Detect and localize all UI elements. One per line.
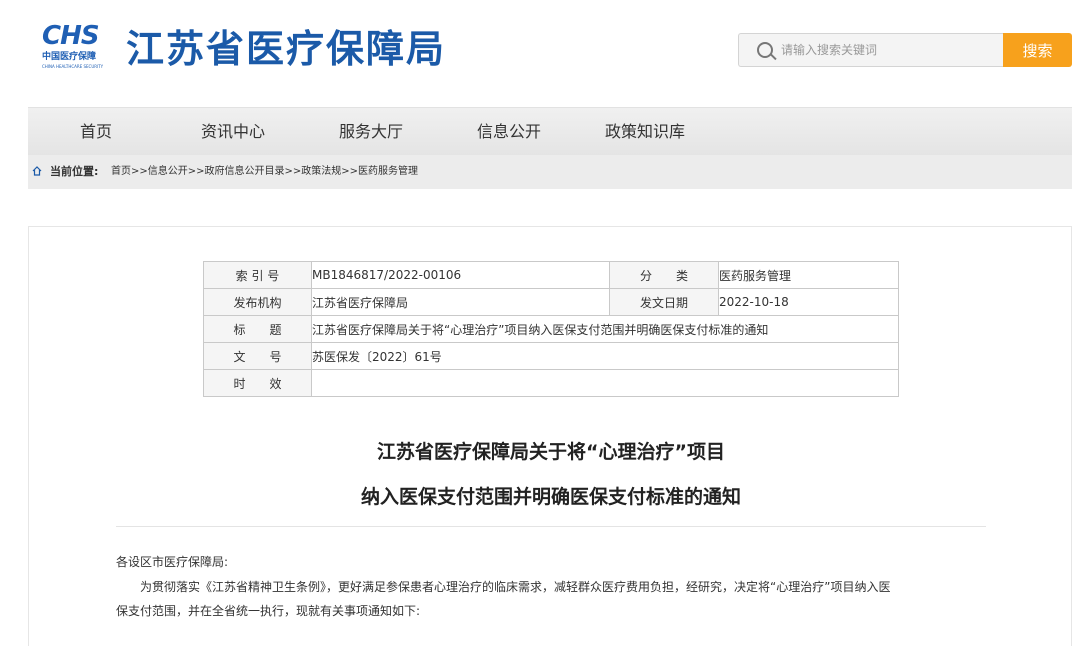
nav-item-service-hall[interactable]: 服务大厅 — [339, 108, 403, 156]
body-paragraph-1-line-1: 为贯彻落实《江苏省精神卫生条例》，更好满足参保患者心理治疗的临床需求，减轻群众医… — [116, 580, 891, 594]
logo-abbr: CHS — [42, 21, 100, 51]
issue-date-value: 2022-10-18 — [718, 288, 899, 316]
title-label: 标 题 — [203, 315, 312, 343]
logo-chinese-name: 中国医疗保障 — [42, 52, 97, 62]
issuer-label: 发布机构 — [203, 288, 312, 316]
document-meta-table: 索 引 号 MB1846817/2022-00106 分 类 医药服务管理 发布… — [203, 261, 899, 397]
search-input[interactable] — [781, 40, 991, 60]
breadcrumb: 当前位置: 首页>>信息公开>>政府信息公开目录>>政策法规>>医药服务管理 — [28, 155, 1072, 189]
search-box — [738, 33, 1004, 67]
salutation: 各设区市医疗保障局: — [116, 555, 229, 569]
validity-value — [311, 369, 899, 397]
validity-label: 时 效 — [203, 369, 312, 397]
category-value: 医药服务管理 — [718, 261, 899, 289]
nav-item-home[interactable]: 首页 — [80, 108, 112, 156]
home-icon — [32, 166, 42, 176]
issuer-value: 江苏省医疗保障局 — [311, 288, 610, 316]
site-title[interactable]: 江苏省医疗保障局 — [126, 24, 446, 74]
title-divider — [116, 526, 986, 527]
nav-item-policy-library[interactable]: 政策知识库 — [605, 108, 685, 156]
main-nav: 首页 资讯中心 服务大厅 信息公开 政策知识库 — [28, 107, 1072, 156]
nav-item-news-center[interactable]: 资讯中心 — [201, 108, 265, 156]
logo-english-name: CHINA HEALTHCARE SECURITY — [42, 64, 104, 69]
document-title-line-1: 江苏省医疗保障局关于将“心理治疗”项目 — [377, 441, 725, 463]
nav-item-info-disclosure[interactable]: 信息公开 — [477, 108, 541, 156]
breadcrumb-path[interactable]: 首页>>信息公开>>政府信息公开目录>>政策法规>>医药服务管理 — [111, 155, 418, 189]
search-icon — [757, 42, 773, 58]
document-title-line-2: 纳入医保支付范围并明确医保支付标准的通知 — [360, 486, 741, 508]
breadcrumb-label: 当前位置: — [50, 165, 99, 178]
document-number-label: 文 号 — [203, 342, 312, 370]
site-logo[interactable]: CHS 中国医疗保障 CHINA HEALTHCARE SECURITY — [42, 22, 114, 74]
issue-date-label: 发文日期 — [609, 288, 719, 316]
search-button[interactable]: 搜索 — [1003, 33, 1072, 67]
document-number-value: 苏医保发〔2022〕61号 — [311, 342, 899, 370]
category-label: 分 类 — [609, 261, 719, 289]
body-paragraph-1-line-2: 保支付范围，并在全省统一执行，现就有关事项通知如下: — [116, 604, 421, 618]
index-number-value: MB1846817/2022-00106 — [311, 261, 610, 289]
title-value: 江苏省医疗保障局关于将“心理治疗”项目纳入医保支付范围并明确医保支付标准的通知 — [311, 315, 899, 343]
index-number-label: 索 引 号 — [203, 261, 312, 289]
